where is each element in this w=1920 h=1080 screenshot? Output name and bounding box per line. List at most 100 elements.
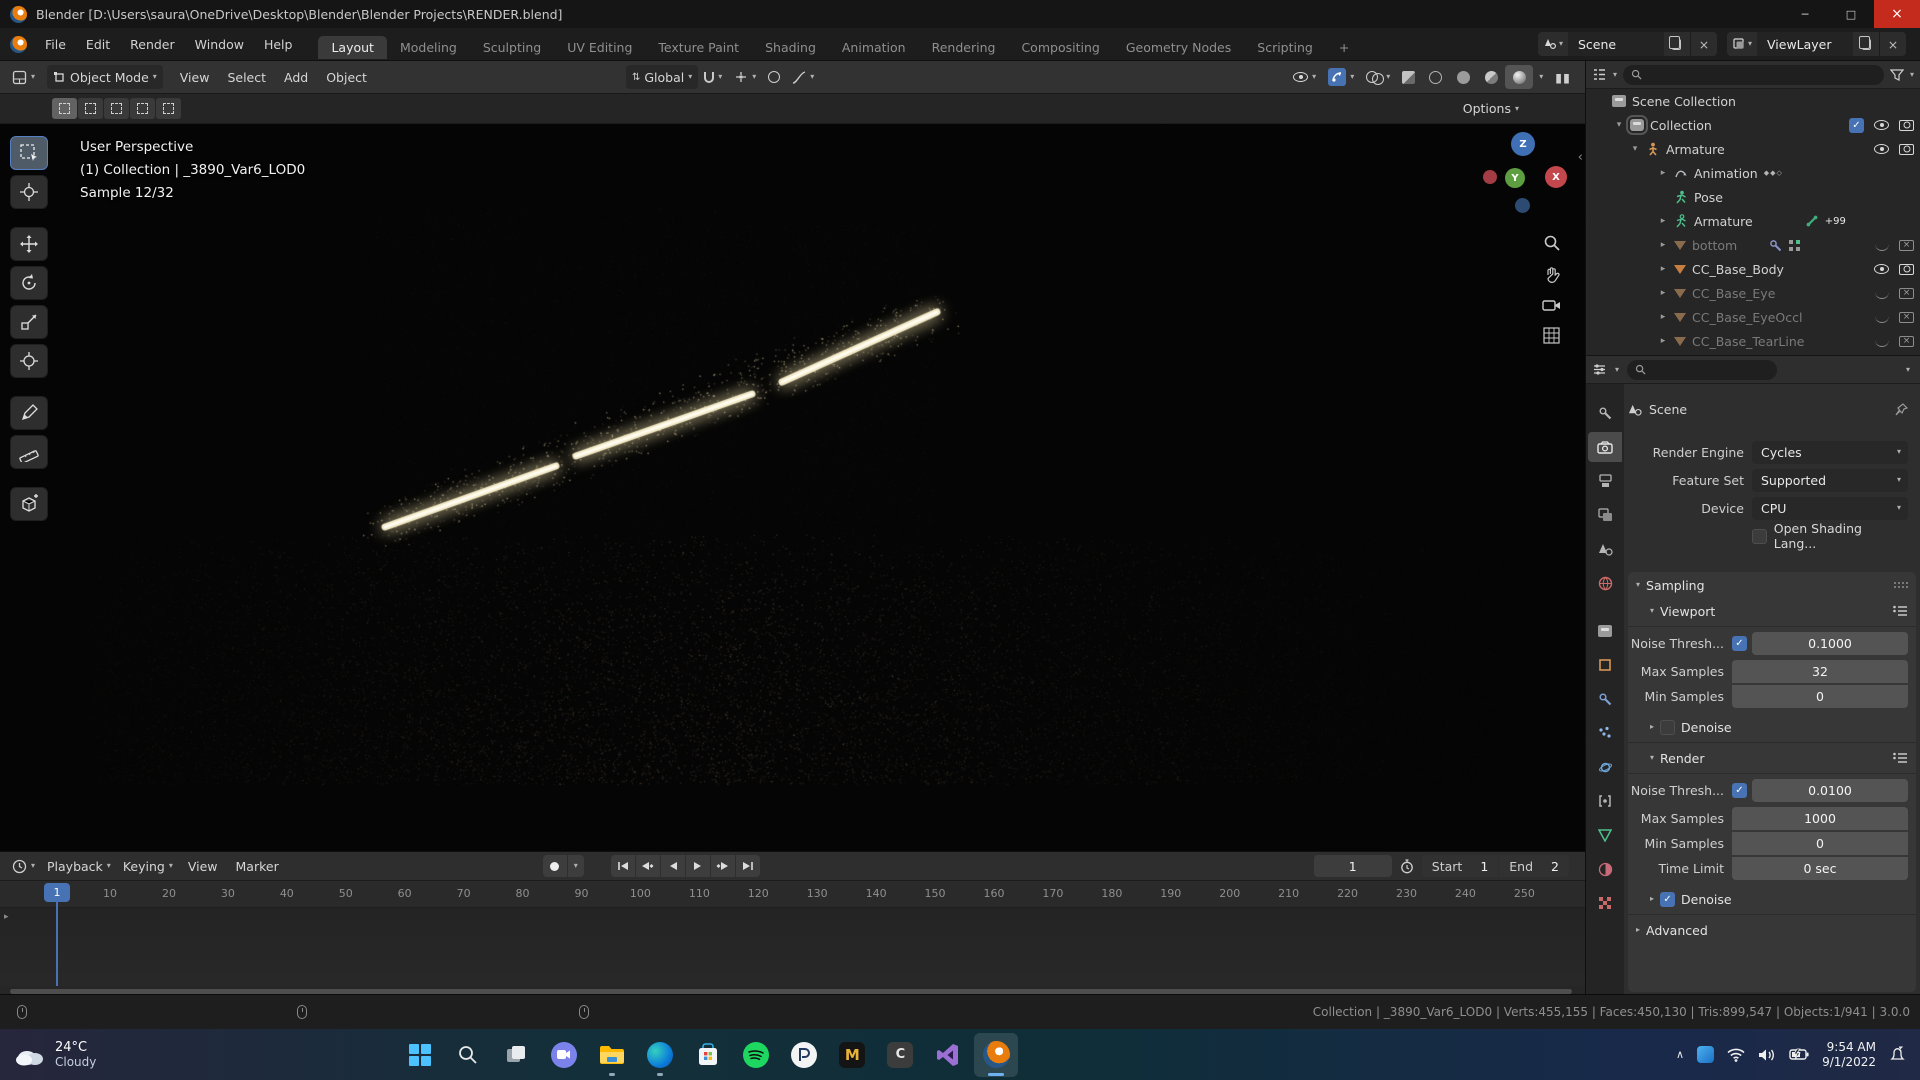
notification-bell-icon[interactable]: z — [1889, 1046, 1906, 1063]
vp-noise-checkbox[interactable]: ✓ — [1732, 635, 1747, 651]
select-mode-invert-button[interactable] — [130, 98, 155, 119]
advanced-section-header[interactable]: ▸ Advanced — [1628, 917, 1916, 943]
viewlayer-copy-button[interactable] — [1853, 32, 1879, 56]
eye-icon[interactable] — [1874, 144, 1889, 154]
xray-toggle[interactable] — [1396, 65, 1421, 89]
shading-material-button[interactable] — [1477, 65, 1505, 89]
menu-render[interactable]: Render — [120, 37, 185, 52]
camera-render-icon[interactable] — [1899, 143, 1914, 155]
r-denoise-row[interactable]: ▸ ✓ Denoise — [1628, 886, 1916, 912]
outliner-row-cc-base-eyeoccl[interactable]: ▸ CC_Base_EyeOccl — [1586, 305, 1920, 329]
vp-min-samples-value[interactable]: 0 — [1732, 684, 1908, 708]
tab-sculpting[interactable]: Sculpting — [470, 36, 554, 59]
expander-icon[interactable]: ▸ — [1658, 264, 1668, 274]
render-engine-dropdown[interactable]: Cycles ▾ — [1752, 440, 1908, 464]
app-circle-button[interactable] — [782, 1033, 826, 1077]
task-view-button[interactable] — [494, 1033, 538, 1077]
tab-scene[interactable] — [1588, 534, 1622, 564]
tool-measure[interactable] — [10, 435, 48, 469]
tab-scripting[interactable]: Scripting — [1244, 36, 1326, 59]
orientation-dropdown[interactable]: ⇅ Global ▾ — [625, 65, 699, 89]
taskbar-clock[interactable]: 9:54 AM 9/1/2022 — [1822, 1040, 1876, 1070]
tab-tool[interactable] — [1588, 398, 1622, 428]
time-limit-value[interactable]: 0 sec — [1732, 856, 1908, 880]
tab-particles[interactable] — [1588, 718, 1622, 748]
spotify-button[interactable] — [734, 1033, 778, 1077]
play-button[interactable] — [685, 855, 710, 877]
viewlayer-name-field[interactable]: ViewLayer — [1757, 32, 1853, 56]
tool-rotate[interactable] — [10, 266, 48, 300]
expander-icon[interactable]: ▸ — [1658, 216, 1668, 226]
tab-shading[interactable]: Shading — [752, 36, 829, 59]
menu-object[interactable]: Object — [317, 70, 376, 85]
expander-icon[interactable]: ▾ — [1630, 144, 1640, 154]
gizmo-y-axis[interactable]: Y — [1505, 168, 1525, 188]
eye-closed-icon[interactable] — [1875, 292, 1889, 299]
camera-render-icon[interactable] — [1899, 119, 1914, 131]
visual-studio-button[interactable] — [926, 1033, 970, 1077]
gizmos-dropdown[interactable]: ▾ — [1322, 65, 1360, 89]
expander-icon[interactable]: ▸ — [1658, 312, 1668, 322]
edge-browser-button[interactable] — [638, 1033, 682, 1077]
snap-target-dropdown[interactable]: ▾ — [728, 65, 762, 89]
select-mode-set-button[interactable] — [52, 98, 77, 119]
tool-cursor[interactable] — [10, 175, 48, 209]
tool-select-box[interactable] — [10, 136, 48, 170]
record-button[interactable] — [542, 855, 567, 877]
eye-closed-icon[interactable] — [1875, 340, 1889, 347]
osl-checkbox[interactable] — [1751, 528, 1767, 544]
expander-icon[interactable]: ▸ — [1658, 288, 1668, 298]
viewlayer-remove-button[interactable]: × — [1880, 32, 1906, 56]
tray-expand-chevron[interactable]: ∧ — [1676, 1048, 1684, 1061]
tab-collection[interactable] — [1588, 616, 1622, 646]
start-button[interactable] — [398, 1033, 442, 1077]
r-denoise-checkbox[interactable]: ✓ — [1660, 891, 1676, 907]
timeline-ruler[interactable]: 1102030405060708090100110120130140150160… — [0, 881, 1585, 908]
tool-move[interactable] — [10, 227, 48, 261]
feature-set-dropdown[interactable]: Supported ▾ — [1752, 468, 1908, 492]
properties-search[interactable] — [1627, 359, 1778, 380]
render-preview[interactable] — [0, 94, 1585, 851]
timeline-marker-menu[interactable]: Marker — [227, 859, 288, 874]
maximize-button[interactable]: □ — [1828, 0, 1874, 28]
collection-checkbox[interactable]: ✓ — [1849, 117, 1864, 133]
outliner-row-armature-data[interactable]: ▸ Armature +99 — [1586, 209, 1920, 233]
outliner-row-cc-base-tearline[interactable]: ▸ CC_Base_TearLine — [1586, 329, 1920, 353]
blender-taskbar-button[interactable] — [974, 1032, 1019, 1077]
menu-file[interactable]: File — [35, 37, 76, 52]
timeline-view-menu[interactable]: View — [179, 859, 227, 874]
scene-browse-button[interactable]: ▾ — [1537, 32, 1568, 56]
expander-icon[interactable]: ▾ — [1614, 120, 1624, 130]
scene-name-field[interactable]: Scene — [1567, 32, 1664, 56]
outliner-editor-icon[interactable] — [1592, 68, 1607, 81]
r-noise-value[interactable]: 0.0100 — [1752, 778, 1908, 802]
expander-icon[interactable]: ▸ — [1658, 336, 1668, 346]
outliner-row-cc-base-body[interactable]: ▸ CC_Base_Body — [1586, 257, 1920, 281]
vp-denoise-checkbox[interactable] — [1660, 719, 1676, 735]
scene-unlink-button[interactable]: × — [1690, 32, 1717, 56]
outliner-row-armature-object[interactable]: ▾ Armature — [1586, 137, 1920, 161]
tab-layout[interactable]: Layout — [318, 35, 387, 59]
collapse-panel-arrow[interactable]: ‹ — [1578, 150, 1583, 165]
r-noise-checkbox[interactable]: ✓ — [1732, 782, 1747, 798]
tab-output[interactable] — [1588, 466, 1622, 496]
wifi-icon[interactable] — [1727, 1048, 1745, 1062]
tab-constraints[interactable] — [1588, 786, 1622, 816]
viewlayer-browse-button[interactable]: ▾ — [1726, 32, 1757, 56]
sampling-section-header[interactable]: ▾ Sampling — [1628, 572, 1916, 598]
camera-disabled-icon[interactable] — [1899, 335, 1914, 347]
menu-select[interactable]: Select — [218, 70, 275, 85]
tab-geometry-nodes[interactable]: Geometry Nodes — [1113, 36, 1244, 59]
outliner-row-collection[interactable]: ▾ Collection ✓ — [1586, 113, 1920, 137]
preset-icon[interactable] — [1892, 605, 1908, 617]
r-min-samples-value[interactable]: 0 — [1732, 831, 1908, 855]
timeline-editor-type-button[interactable]: ▾ — [6, 854, 41, 878]
stopwatch-icon[interactable] — [1400, 858, 1414, 874]
file-explorer-button[interactable] — [590, 1033, 634, 1077]
outliner-row-animation[interactable]: ▸ Animation ◆◆◇ — [1586, 161, 1920, 185]
menu-view[interactable]: View — [171, 70, 219, 85]
properties-editor-icon[interactable] — [1592, 363, 1607, 376]
outliner-row-cc-base-eye[interactable]: ▸ CC_Base_Eye — [1586, 281, 1920, 305]
volume-icon[interactable] — [1758, 1048, 1776, 1062]
tab-rendering[interactable]: Rendering — [919, 36, 1009, 59]
